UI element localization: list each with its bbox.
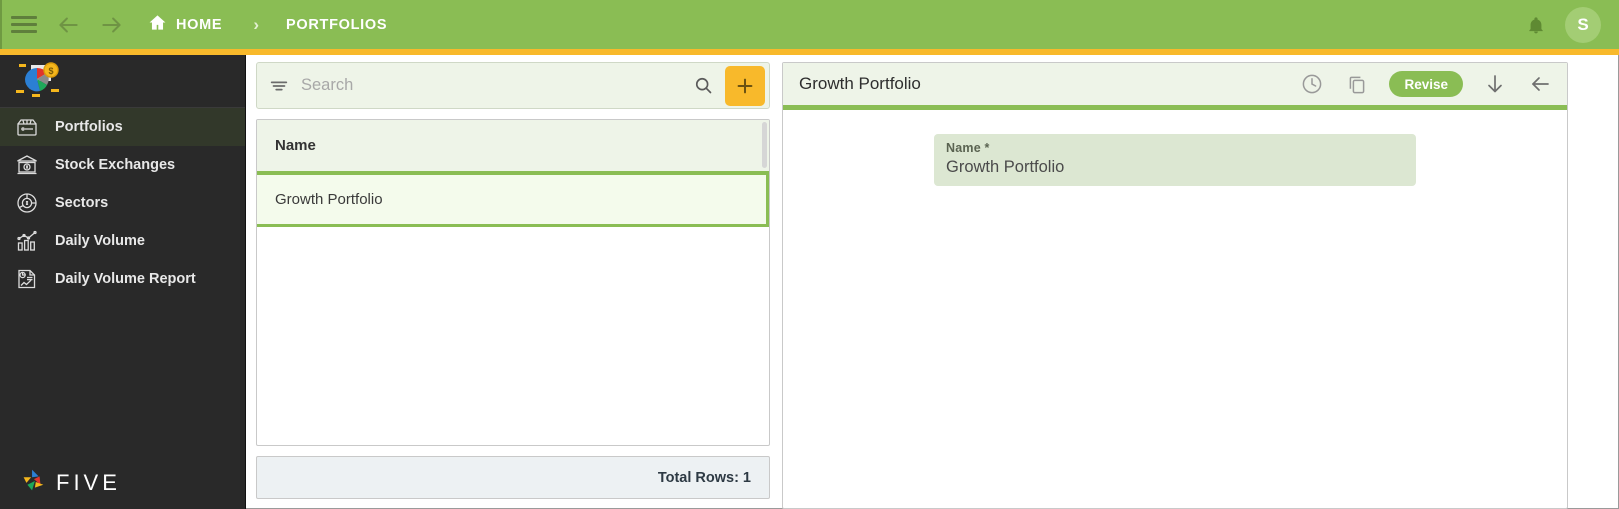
arrow-left-icon (55, 12, 81, 38)
nav-forward-button[interactable] (90, 3, 134, 47)
application-window: HOME › PORTFOLIOS S $ Portfolios Stock E… (0, 0, 1619, 509)
search-bar (256, 62, 770, 109)
five-brand-label: FIVE (56, 470, 121, 495)
name-field-value: Growth Portfolio (946, 158, 1065, 176)
records-grid: Name Growth Portfolio (256, 119, 770, 446)
grid-footer: Total Rows: 1 (256, 456, 770, 499)
search-input[interactable] (301, 76, 681, 95)
five-logo-icon (18, 466, 48, 501)
app-logo-pie-chart-icon: $ (13, 59, 65, 104)
bell-icon[interactable] (1519, 8, 1553, 42)
sidebar: $ Portfolios Stock Exchanges Sectors Dai… (0, 55, 246, 509)
topbar-right-group: S (1519, 6, 1619, 43)
bar-chart-icon (14, 228, 40, 254)
sidebar-item-label: Daily Volume Report (55, 271, 196, 287)
sidebar-item-label: Daily Volume (55, 233, 145, 249)
sidebar-nav-list: Portfolios Stock Exchanges Sectors Daily… (0, 108, 245, 298)
breadcrumb-item-current[interactable]: PORTFOLIOS (286, 17, 387, 33)
sidebar-item-daily-volume[interactable]: Daily Volume (0, 222, 245, 260)
revise-button[interactable]: Revise (1389, 71, 1463, 97)
name-field-label: Name * (946, 141, 990, 155)
history-clock-icon[interactable] (1299, 71, 1325, 97)
detail-header: Growth Portfolio Revise (783, 63, 1567, 110)
detail-form-body: Name * Growth Portfolio (783, 110, 1567, 504)
sidebar-item-daily-volume-report[interactable]: Daily Volume Report (0, 260, 245, 298)
avatar[interactable]: S (1565, 6, 1601, 43)
search-icon[interactable] (681, 75, 725, 96)
nav-back-button[interactable] (46, 3, 90, 47)
report-document-icon (14, 266, 40, 292)
table-row[interactable]: Growth Portfolio (257, 175, 769, 227)
bank-icon (14, 152, 40, 178)
sidebar-item-portfolios[interactable]: Portfolios (0, 108, 245, 146)
menu-toggle-button[interactable] (2, 3, 46, 47)
copy-icon[interactable] (1344, 71, 1370, 97)
total-rows-label: Total Rows: 1 (657, 469, 751, 486)
breadcrumb-separator-icon: › (253, 14, 259, 34)
svg-text:$: $ (48, 66, 53, 76)
breadcrumb-item-home[interactable]: HOME (176, 17, 222, 33)
sidebar-item-label: Portfolios (55, 119, 123, 135)
arrow-right-icon (99, 12, 125, 38)
sidebar-item-label: Stock Exchanges (55, 157, 176, 173)
arrow-down-icon[interactable] (1482, 71, 1508, 97)
cell-name: Growth Portfolio (275, 191, 383, 208)
column-header-name[interactable]: Name (275, 137, 316, 154)
home-icon[interactable] (148, 13, 167, 37)
detail-action-group: Revise (1299, 71, 1553, 97)
grid-header-row: Name (257, 120, 769, 175)
portfolio-drawer-icon (14, 114, 40, 140)
sidebar-item-label: Sectors (55, 195, 109, 211)
sidebar-item-sectors[interactable]: Sectors (0, 184, 245, 222)
grid-scrollbar-thumb[interactable] (762, 122, 767, 168)
sidebar-item-stock-exchanges[interactable]: Stock Exchanges (0, 146, 245, 184)
list-panel: Name Growth Portfolio Total Rows: 1 (256, 62, 770, 509)
hamburger-icon (11, 16, 37, 33)
detail-panel: Growth Portfolio Revise Name * Growth Po… (782, 62, 1568, 509)
filter-icon[interactable] (257, 75, 301, 97)
add-record-button[interactable] (725, 65, 765, 106)
breadcrumb: HOME › PORTFOLIOS (148, 13, 387, 37)
name-field[interactable]: Name * Growth Portfolio (934, 134, 1416, 186)
app-logo[interactable]: $ (0, 55, 245, 108)
top-navigation-bar: HOME › PORTFOLIOS S (0, 0, 1619, 49)
page-title: Growth Portfolio (799, 74, 921, 93)
pie-chart-dollar-icon (14, 190, 40, 216)
arrow-left-icon[interactable] (1527, 71, 1553, 97)
sidebar-footer-brand: FIVE (0, 457, 246, 509)
